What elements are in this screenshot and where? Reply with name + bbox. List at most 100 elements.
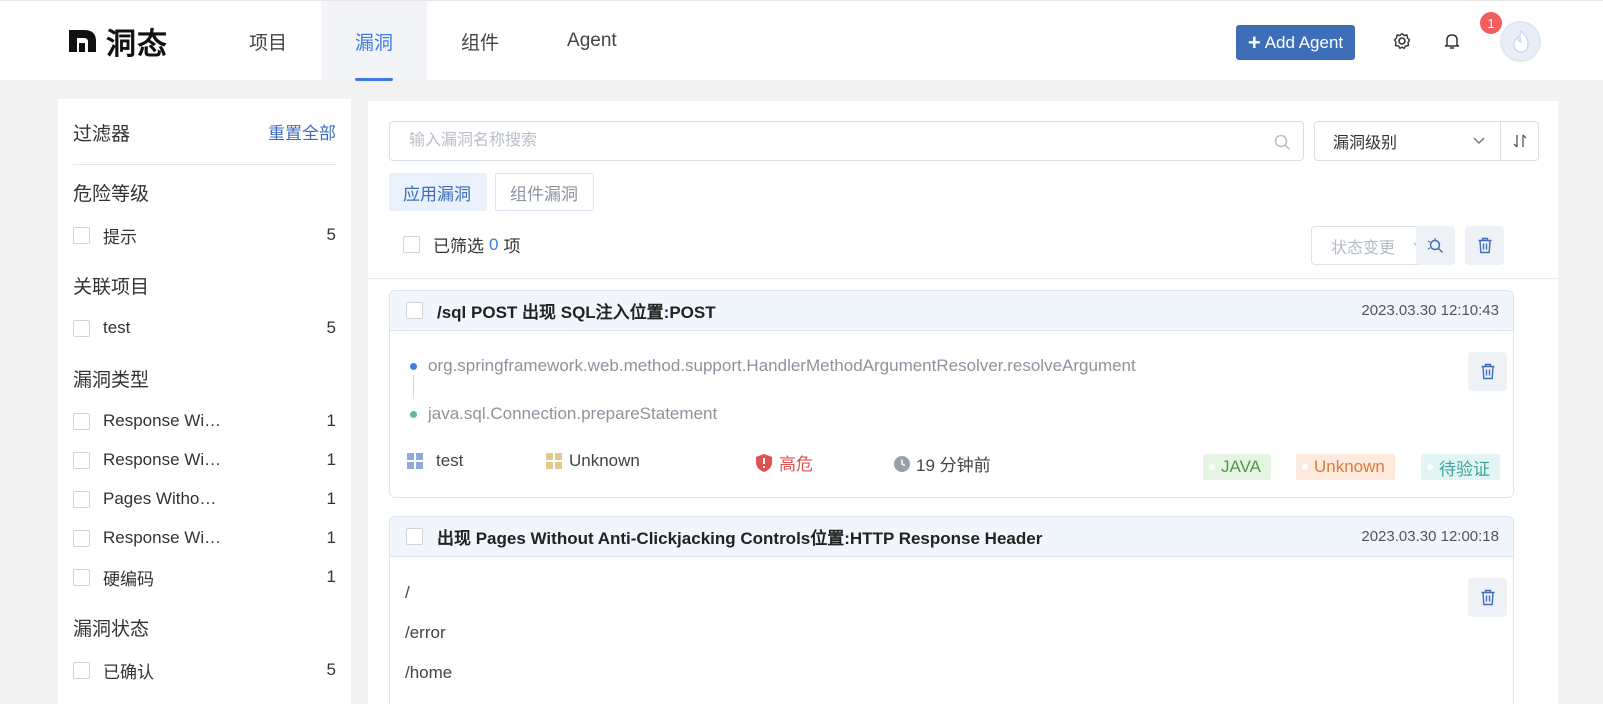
tab-component-vulns[interactable]: 组件漏洞 <box>495 173 594 211</box>
gear-icon[interactable] <box>1392 31 1412 51</box>
bell-icon[interactable] <box>1442 31 1462 51</box>
filter-option[interactable]: test 5 <box>73 316 336 340</box>
reset-all-link[interactable]: 重置全部 <box>268 119 336 164</box>
nav-components[interactable]: 组件 <box>427 1 533 81</box>
logo-icon <box>69 30 96 52</box>
scan-button[interactable] <box>1416 226 1455 265</box>
plus-icon: + <box>1247 29 1261 55</box>
level-select-value: 漏洞级别 <box>1333 135 1398 152</box>
sort-button[interactable] <box>1500 121 1539 161</box>
component-meta: Unknown <box>545 451 640 471</box>
status-tag: 待验证 <box>1421 454 1500 480</box>
top-bar: 洞态 项目 漏洞 组件 Agent + Add Agent 1 <box>0 0 1603 81</box>
filter-option-count: 1 <box>326 567 336 586</box>
bug-search-icon <box>1427 237 1443 253</box>
checkbox[interactable] <box>73 490 90 508</box>
divider <box>368 278 1558 279</box>
filter-option[interactable]: Pages Witho… 1 <box>73 487 336 511</box>
trace-item: org.springframework.web.method.support.H… <box>410 356 1136 376</box>
filter-option[interactable]: Response Wi… 1 <box>73 526 336 550</box>
filter-option-count: 5 <box>326 660 336 679</box>
chevron-down-icon <box>1473 137 1485 145</box>
checkbox[interactable] <box>73 529 90 547</box>
checkbox[interactable] <box>73 226 90 244</box>
level-select[interactable]: 漏洞级别 <box>1314 121 1501 161</box>
trace-dot <box>410 410 417 418</box>
logo-text: 洞态 <box>106 27 168 62</box>
card-title[interactable]: /sql POST 出现 SQL注入位置:POST <box>437 298 716 323</box>
card-checkbox[interactable] <box>406 302 423 319</box>
filter-option-label: 已确认 <box>103 662 154 682</box>
avatar[interactable] <box>1500 21 1541 62</box>
trash-icon <box>1481 589 1494 606</box>
add-agent-label: Add Agent <box>1264 32 1344 52</box>
delete-selected-button[interactable] <box>1465 226 1504 265</box>
nav-agent[interactable]: Agent <box>533 1 651 81</box>
level-meta: 高危 <box>755 450 813 475</box>
delete-button[interactable] <box>1468 352 1507 391</box>
selection-summary: 已筛选 0 项 <box>403 232 520 257</box>
filter-option-label: Pages Witho… <box>103 489 217 508</box>
filter-option-label: Response Wi… <box>103 411 222 430</box>
checkbox[interactable] <box>73 451 90 469</box>
filter-option-count: 1 <box>326 411 336 430</box>
status-change-label: 状态变更 <box>1331 239 1396 257</box>
vuln-card[interactable]: /sql POST 出现 SQL注入位置:POST 2023.03.30 12:… <box>389 290 1514 498</box>
vuln-card[interactable]: 出现 Pages Without Anti-Clickjacking Contr… <box>389 516 1514 704</box>
sort-icon <box>1513 134 1526 148</box>
card-header: /sql POST 出现 SQL注入位置:POST 2023.03.30 12:… <box>390 291 1513 331</box>
checkbox[interactable] <box>73 412 90 430</box>
card-header: 出现 Pages Without Anti-Clickjacking Contr… <box>390 517 1513 557</box>
project-name[interactable]: test <box>436 451 463 471</box>
project-meta: test <box>406 451 463 471</box>
main-panel: 漏洞级别 应用漏洞 组件漏洞 已筛选 0 项 状态变更 <box>368 101 1558 704</box>
shield-icon <box>756 453 772 472</box>
search-input[interactable] <box>390 122 1250 160</box>
filter-sidebar: 过滤器 重置全部 危险等级 提示 5 关联项目 test 5 漏洞类型 Resp… <box>58 99 351 704</box>
card-timestamp: 2023.03.30 12:00:18 <box>1361 528 1499 545</box>
trash-icon <box>1481 363 1494 380</box>
tab-app-vulns[interactable]: 应用漏洞 <box>389 173 487 211</box>
search-icon[interactable] <box>1273 133 1291 151</box>
checkbox[interactable] <box>73 661 90 679</box>
flame-icon <box>1512 29 1529 53</box>
grid-icon <box>407 453 423 469</box>
filter-option[interactable]: Response Wi… 1 <box>73 409 336 433</box>
filter-option-label: 提示 <box>103 227 137 247</box>
card-checkbox[interactable] <box>406 528 423 545</box>
card-title[interactable]: 出现 Pages Without Anti-Clickjacking Contr… <box>437 524 1042 549</box>
select-all-checkbox[interactable] <box>403 236 420 253</box>
section-title-status: 漏洞状态 <box>73 619 150 640</box>
level-label: 高危 <box>779 455 813 474</box>
card-timestamp: 2023.03.30 12:10:43 <box>1361 302 1499 319</box>
trace-connector <box>413 375 414 399</box>
checkbox[interactable] <box>73 568 90 586</box>
add-agent-button[interactable]: + Add Agent <box>1236 25 1355 60</box>
filter-option-count: 5 <box>326 318 336 337</box>
filter-option[interactable]: Response Wi… 1 <box>73 448 336 472</box>
trash-icon <box>1478 237 1491 254</box>
affected-path: /home <box>405 663 453 682</box>
filter-option-count: 1 <box>326 489 336 508</box>
affected-path: /error <box>405 623 446 642</box>
component-tag: Unknown <box>1296 454 1395 480</box>
nav-projects[interactable]: 项目 <box>215 1 321 81</box>
trace-dot <box>410 362 417 370</box>
delete-button[interactable] <box>1468 578 1507 617</box>
checkbox[interactable] <box>73 319 90 337</box>
logo[interactable]: 洞态 <box>66 22 168 62</box>
filter-option-count: 1 <box>326 528 336 547</box>
trace-item: java.sql.Connection.prepareStatement <box>410 404 717 424</box>
component-icon <box>546 453 562 469</box>
filter-option[interactable]: 硬编码 1 <box>73 565 336 589</box>
filter-option[interactable]: 已确认 5 <box>73 658 336 682</box>
filter-option-label: Response Wi… <box>103 450 222 469</box>
search-box[interactable] <box>389 121 1304 161</box>
filter-option[interactable]: 提示 5 <box>73 223 336 247</box>
selected-count: 0 <box>489 234 499 254</box>
filter-header: 过滤器 重置全部 <box>73 119 336 165</box>
nav-vulnerabilities[interactable]: 漏洞 <box>321 1 428 81</box>
section-title-type: 漏洞类型 <box>73 370 150 391</box>
filter-option-label: test <box>103 318 131 337</box>
clock-icon <box>894 455 910 472</box>
